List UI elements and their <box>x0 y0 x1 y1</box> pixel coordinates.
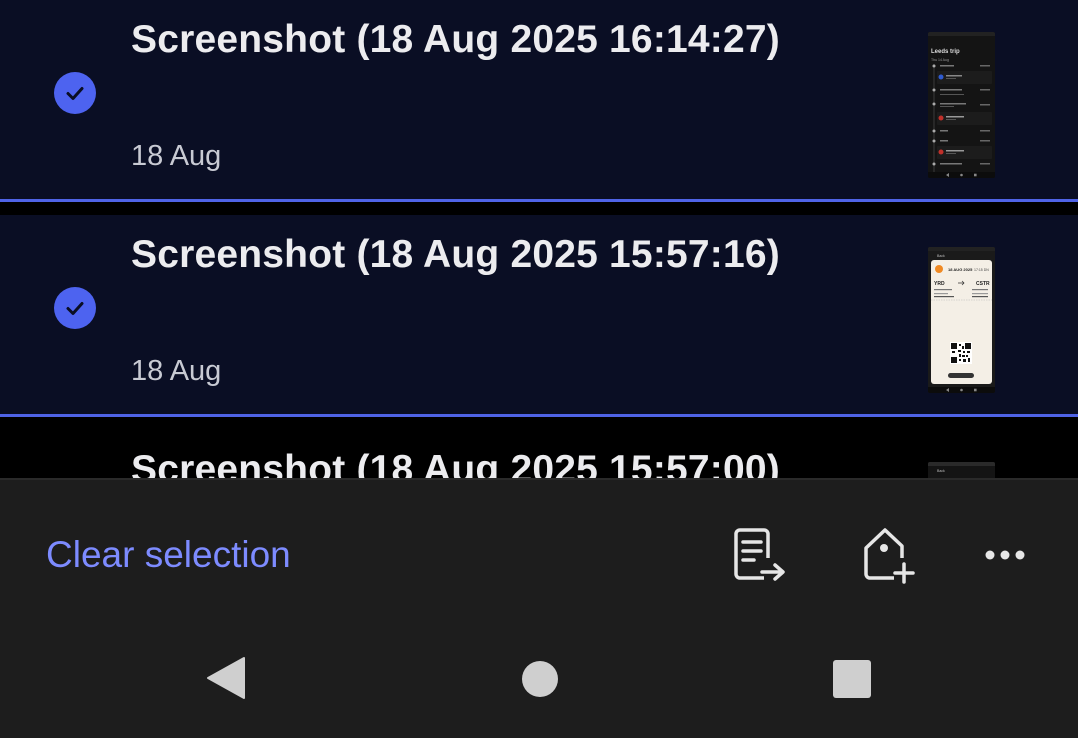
thumb-header: Back <box>937 254 945 258</box>
list-item[interactable]: Screenshot (18 Aug 2025 16:14:27) 18 Aug… <box>0 0 1078 202</box>
thumb-destination: CSTR <box>976 281 990 287</box>
screenshot-list: Screenshot (18 Aug 2025 16:14:27) 18 Aug… <box>0 0 1078 478</box>
list-item[interactable]: Screenshot (18 Aug 2025 15:57:16) 18 Aug… <box>0 215 1078 417</box>
list-item[interactable]: Screenshot (18 Aug 2025 15:57:00) Back <box>0 420 1078 478</box>
thumb-heading: Leeds trip <box>931 49 960 55</box>
add-tag-icon[interactable] <box>860 526 920 591</box>
item-date: 18 Aug <box>131 355 222 387</box>
check-icon[interactable] <box>54 287 96 329</box>
item-title: Screenshot (18 Aug 2025 15:57:16) <box>131 233 780 276</box>
screenshot-thumbnail[interactable]: Leeds trip Thu 14 Aug <box>928 32 995 178</box>
thumb-date: 18 AUG 2025 <box>948 267 973 272</box>
thumb-origin: YRD <box>934 281 945 287</box>
clear-selection-button[interactable]: Clear selection <box>46 534 291 576</box>
item-title: Screenshot (18 Aug 2025 15:57:00) <box>131 448 780 478</box>
screenshot-thumbnail[interactable]: Back 18 AUG 2025 17:15 DN YRD CSTR <box>928 247 995 393</box>
thumb-time: 17:15 DN <box>974 268 989 272</box>
screenshot-thumbnail[interactable]: Back <box>928 462 995 478</box>
divider <box>0 478 1078 480</box>
thumb-header: Back <box>937 469 945 473</box>
more-options-icon[interactable] <box>980 540 1030 575</box>
thumb-subheading: Thu 14 Aug <box>931 58 949 62</box>
check-icon[interactable] <box>54 72 96 114</box>
item-title: Screenshot (18 Aug 2025 16:14:27) <box>131 18 780 61</box>
bottom-action-bar: Clear selection <box>0 478 1078 738</box>
recents-icon[interactable] <box>833 660 871 703</box>
home-icon[interactable] <box>521 660 559 703</box>
back-icon[interactable] <box>206 656 246 705</box>
export-note-icon[interactable] <box>730 526 790 591</box>
item-date: 18 Aug <box>131 140 222 172</box>
